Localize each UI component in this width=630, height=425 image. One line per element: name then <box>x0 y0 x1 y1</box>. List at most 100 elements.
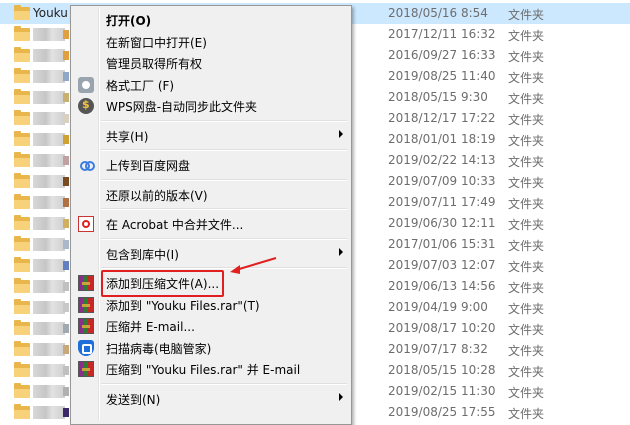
menu-item-label: 在新窗口中打开(E) <box>106 35 207 50</box>
menu-item[interactable]: 格式工厂 (F) <box>71 74 351 96</box>
menu-item-label: 压缩并 E-mail... <box>106 320 195 334</box>
file-date: 2019/04/19 9:00 <box>388 300 488 314</box>
submenu-arrow-icon <box>339 247 343 256</box>
blurred-file-name <box>33 343 69 356</box>
menu-item[interactable]: 在 Acrobat 中合并文件... <box>71 213 351 235</box>
file-date: 2018/12/17 17:22 <box>388 111 496 125</box>
file-type: 文件夹 <box>508 302 545 316</box>
file-date: 2018/01/01 18:19 <box>388 132 496 146</box>
file-date: 2019/07/03 12:07 <box>388 258 496 272</box>
menu-item[interactable]: 压缩并 E-mail... <box>71 315 351 337</box>
winrar-icon <box>78 275 94 291</box>
blurred-file-name <box>33 322 69 335</box>
file-date: 2019/08/17 10:20 <box>388 321 496 335</box>
file-type: 文件夹 <box>508 29 545 43</box>
menu-item[interactable]: 扫描病毒(电脑管家) <box>71 337 351 359</box>
file-date: 2019/07/09 10:33 <box>388 174 496 188</box>
menu-item-label: 包含到库中(I) <box>106 247 179 262</box>
file-type: 文件夹 <box>508 281 545 295</box>
folder-icon <box>14 320 30 335</box>
menu-item-label: 上传到百度网盘 <box>106 159 191 173</box>
blurred-file-name <box>33 406 69 419</box>
file-name: Youku <box>33 6 68 20</box>
menu-item-label: 添加到 "Youku Files.rar"(T) <box>106 298 260 313</box>
folder-icon <box>14 215 30 230</box>
menu-separator <box>101 178 347 181</box>
menu-item-label: 打开(O) <box>106 14 152 28</box>
menu-item[interactable]: 发送到(N) <box>71 388 351 410</box>
folder-icon <box>14 236 30 251</box>
blurred-file-name <box>33 385 69 398</box>
file-type: 文件夹 <box>508 176 545 190</box>
file-type: 文件夹 <box>508 92 545 106</box>
file-type: 文件夹 <box>508 218 545 232</box>
menu-item[interactable]: 包含到库中(I) <box>71 243 351 265</box>
folder-icon <box>14 404 30 419</box>
folder-icon <box>14 257 30 272</box>
file-type: 文件夹 <box>508 344 545 358</box>
blurred-file-name <box>33 217 69 230</box>
menu-item-label: 还原以前的版本(V) <box>106 188 208 203</box>
menu-item-label: WPS网盘-自动同步此文件夹 <box>106 100 258 114</box>
menu-item[interactable]: WPS网盘-自动同步此文件夹 <box>71 95 351 117</box>
file-date: 2019/06/13 14:56 <box>388 279 496 293</box>
blurred-file-name <box>33 28 69 41</box>
menu-item-label: 管理员取得所有权 <box>106 57 203 71</box>
folder-icon <box>14 362 30 377</box>
file-type: 文件夹 <box>508 260 545 274</box>
file-date: 2019/02/15 11:30 <box>388 384 496 398</box>
folder-icon <box>14 26 30 41</box>
winrar-icon <box>78 318 94 334</box>
blurred-file-name <box>33 259 69 272</box>
file-type: 文件夹 <box>508 155 545 169</box>
folder-icon <box>14 89 30 104</box>
menu-item-label: 扫描病毒(电脑管家) <box>106 341 212 356</box>
menu-item[interactable]: 在新窗口中打开(E) <box>71 31 351 53</box>
menu-item[interactable]: 压缩到 "Youku Files.rar" 并 E-mail <box>71 358 351 380</box>
file-type: 文件夹 <box>508 323 545 337</box>
folder-icon <box>14 278 30 293</box>
context-menu: 打开(O) 在新窗口中打开(E) 管理员取得所有权格式工厂 (F) WPS网盘-自动同… <box>70 5 352 425</box>
folder-icon <box>14 173 30 188</box>
menu-item[interactable]: 上传到百度网盘 <box>71 154 351 176</box>
file-date: 2017/12/11 16:32 <box>388 27 496 41</box>
folder-icon <box>14 110 30 125</box>
menu-separator <box>101 119 347 122</box>
winrar-icon <box>78 361 94 377</box>
folder-icon <box>14 341 30 356</box>
folder-icon <box>14 299 30 314</box>
file-date: 2019/02/22 14:13 <box>388 153 496 167</box>
wps-drive-icon <box>78 98 94 114</box>
menu-item-label: 压缩到 "Youku Files.rar" 并 E-mail <box>106 363 301 377</box>
file-type: 文件夹 <box>508 365 545 379</box>
file-type: 文件夹 <box>508 239 545 253</box>
file-date: 2019/07/11 17:49 <box>388 195 496 209</box>
blurred-file-name <box>33 175 69 188</box>
file-date: 2018/05/15 10:28 <box>388 363 496 377</box>
menu-item[interactable]: 共享(H) <box>71 125 351 147</box>
menu-separator <box>101 382 347 385</box>
submenu-arrow-icon <box>339 392 343 401</box>
menu-separator <box>101 237 347 240</box>
blurred-file-name <box>33 364 69 377</box>
folder-icon <box>14 383 30 398</box>
menu-item-label: 在 Acrobat 中合并文件... <box>106 218 244 232</box>
file-type: 文件夹 <box>508 50 545 64</box>
blurred-file-name <box>33 91 69 104</box>
submenu-arrow-icon <box>339 129 343 138</box>
menu-item[interactable]: 打开(O) <box>71 9 351 31</box>
folder-icon <box>14 131 30 146</box>
menu-item[interactable]: 还原以前的版本(V) <box>71 184 351 206</box>
menu-item[interactable]: 管理员取得所有权 <box>71 52 351 74</box>
file-date: 2019/08/25 17:55 <box>388 405 496 419</box>
file-type: 文件夹 <box>508 8 545 22</box>
blurred-file-name <box>33 133 69 146</box>
file-date: 2018/05/16 8:54 <box>388 6 488 20</box>
folder-icon <box>14 68 30 83</box>
file-type: 文件夹 <box>508 71 545 85</box>
menu-item-label: 格式工厂 (F) <box>106 78 175 93</box>
blurred-file-name <box>33 238 69 251</box>
baidu-netdisk-icon <box>78 157 95 173</box>
winrar-icon <box>78 296 94 313</box>
menu-item-label: 共享(H) <box>106 129 149 144</box>
